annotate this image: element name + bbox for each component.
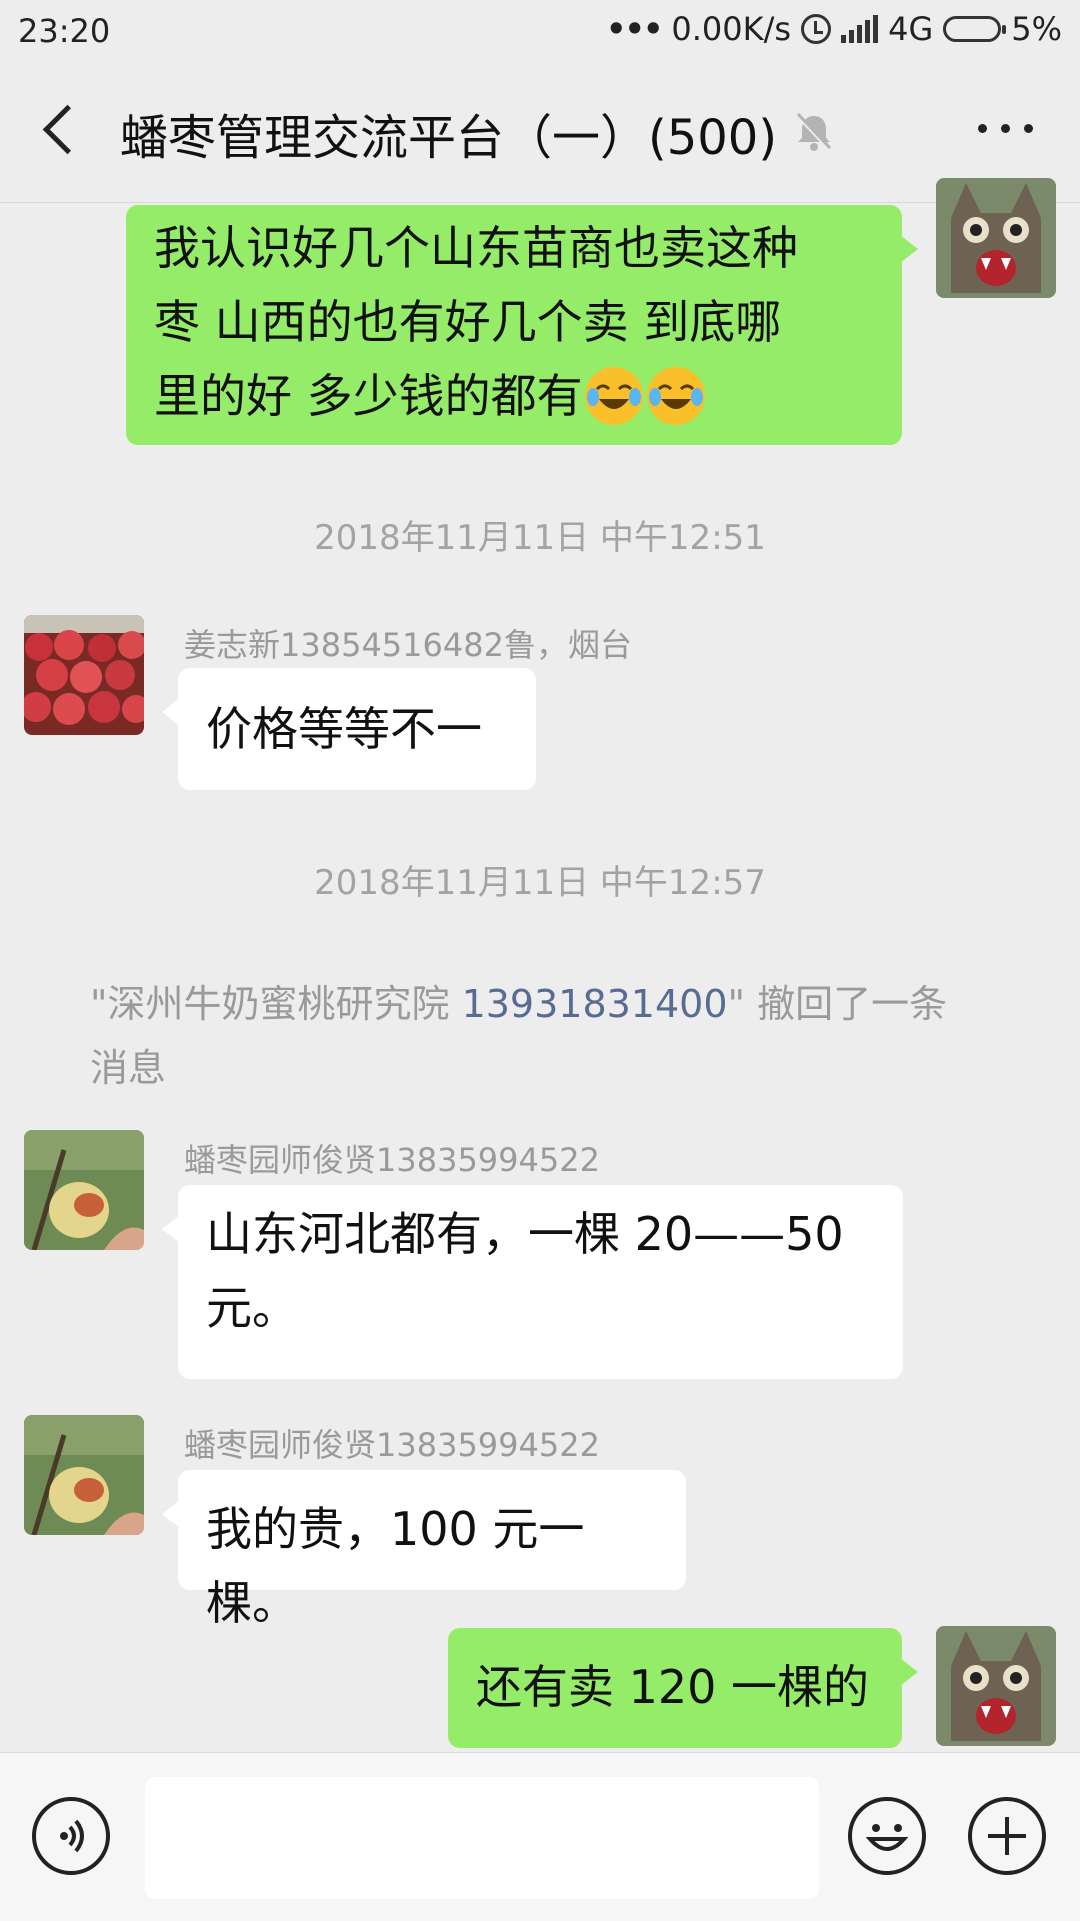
timestamp: 2018年11月11日 中午12:51 (314, 518, 766, 558)
avatar-jujube[interactable] (24, 1130, 144, 1250)
avatar-self-cat[interactable] (936, 1626, 1056, 1746)
message-text-line: 枣 山西的也有好几个卖 到底哪 (154, 295, 782, 349)
recall-notice: "深州牛奶蜜桃研究院 13931831400" 撤回了一条 消息 (90, 982, 948, 1090)
chat-title: 蟠枣管理交流平台（一）(500) (120, 110, 778, 166)
battery-level: 5% (1011, 10, 1062, 48)
sender-name: 姜志新13854516482鲁，烟台 (184, 626, 632, 664)
alarm-icon (801, 14, 832, 44)
plus-icon[interactable] (968, 1797, 1046, 1875)
avatar-apples[interactable] (24, 615, 144, 735)
message-bubble[interactable]: 我的贵，100 元一棵。 (162, 1470, 686, 1630)
more-icon[interactable] (970, 108, 1040, 148)
status-bar: 23:20 ••• 0.00K/s 4G 5% (0, 0, 1080, 62)
chat-header: 蟠枣管理交流平台（一）(500) (0, 62, 1080, 203)
timestamp: 2018年11月11日 中午12:57 (314, 863, 766, 903)
mute-bell-icon (796, 112, 832, 152)
status-right: ••• 0.00K/s 4G 5% (606, 10, 1062, 48)
emoji-icon[interactable] (848, 1797, 926, 1875)
message-text-line: 里的好 多少钱的都有 (154, 359, 880, 433)
message-text-line: 我认识好几个山东苗商也卖这种 (154, 221, 798, 275)
notification-dots-icon: ••• (606, 10, 663, 48)
message-bubble[interactable]: 价格等等不一 (162, 668, 536, 790)
signal-icon (841, 15, 879, 43)
net-speed: 0.00K/s (671, 10, 792, 48)
status-time: 23:20 (18, 12, 111, 50)
input-bar (0, 1752, 1080, 1921)
battery-icon (943, 16, 1007, 42)
sender-name: 蟠枣园师俊贤13835994522 (184, 1426, 600, 1464)
voice-icon[interactable] (32, 1797, 110, 1875)
message-text: 我的贵，100 元一棵。 (206, 1502, 585, 1630)
message-bubble[interactable]: 还有卖 120 一棵的 (448, 1628, 918, 1748)
message-text: 价格等等不一 (206, 702, 482, 756)
message-input[interactable] (145, 1777, 819, 1899)
message-bubble[interactable]: 我认识好几个山东苗商也卖这种 枣 山西的也有好几个卖 到底哪 里的好 多少钱的都… (126, 205, 918, 445)
network-type: 4G (888, 10, 934, 48)
sender-name: 蟠枣园师俊贤13835994522 (184, 1141, 600, 1179)
message-text-line: 山东河北都有，一棵 20——50 (206, 1207, 844, 1261)
message-text-line: 元。 (206, 1281, 298, 1335)
avatar-self-cat[interactable] (936, 178, 1056, 298)
avatar-jujube[interactable] (24, 1415, 144, 1535)
message-bubble[interactable]: 山东河北都有，一棵 20——50 元。 (162, 1185, 903, 1379)
back-arrow-icon[interactable] (34, 98, 94, 158)
message-text: 还有卖 120 一棵的 (476, 1660, 870, 1714)
crying-laughing-emoji (584, 366, 643, 425)
crying-laughing-emoji (646, 366, 705, 425)
recall-phone-link[interactable]: 13931831400 (462, 982, 728, 1026)
